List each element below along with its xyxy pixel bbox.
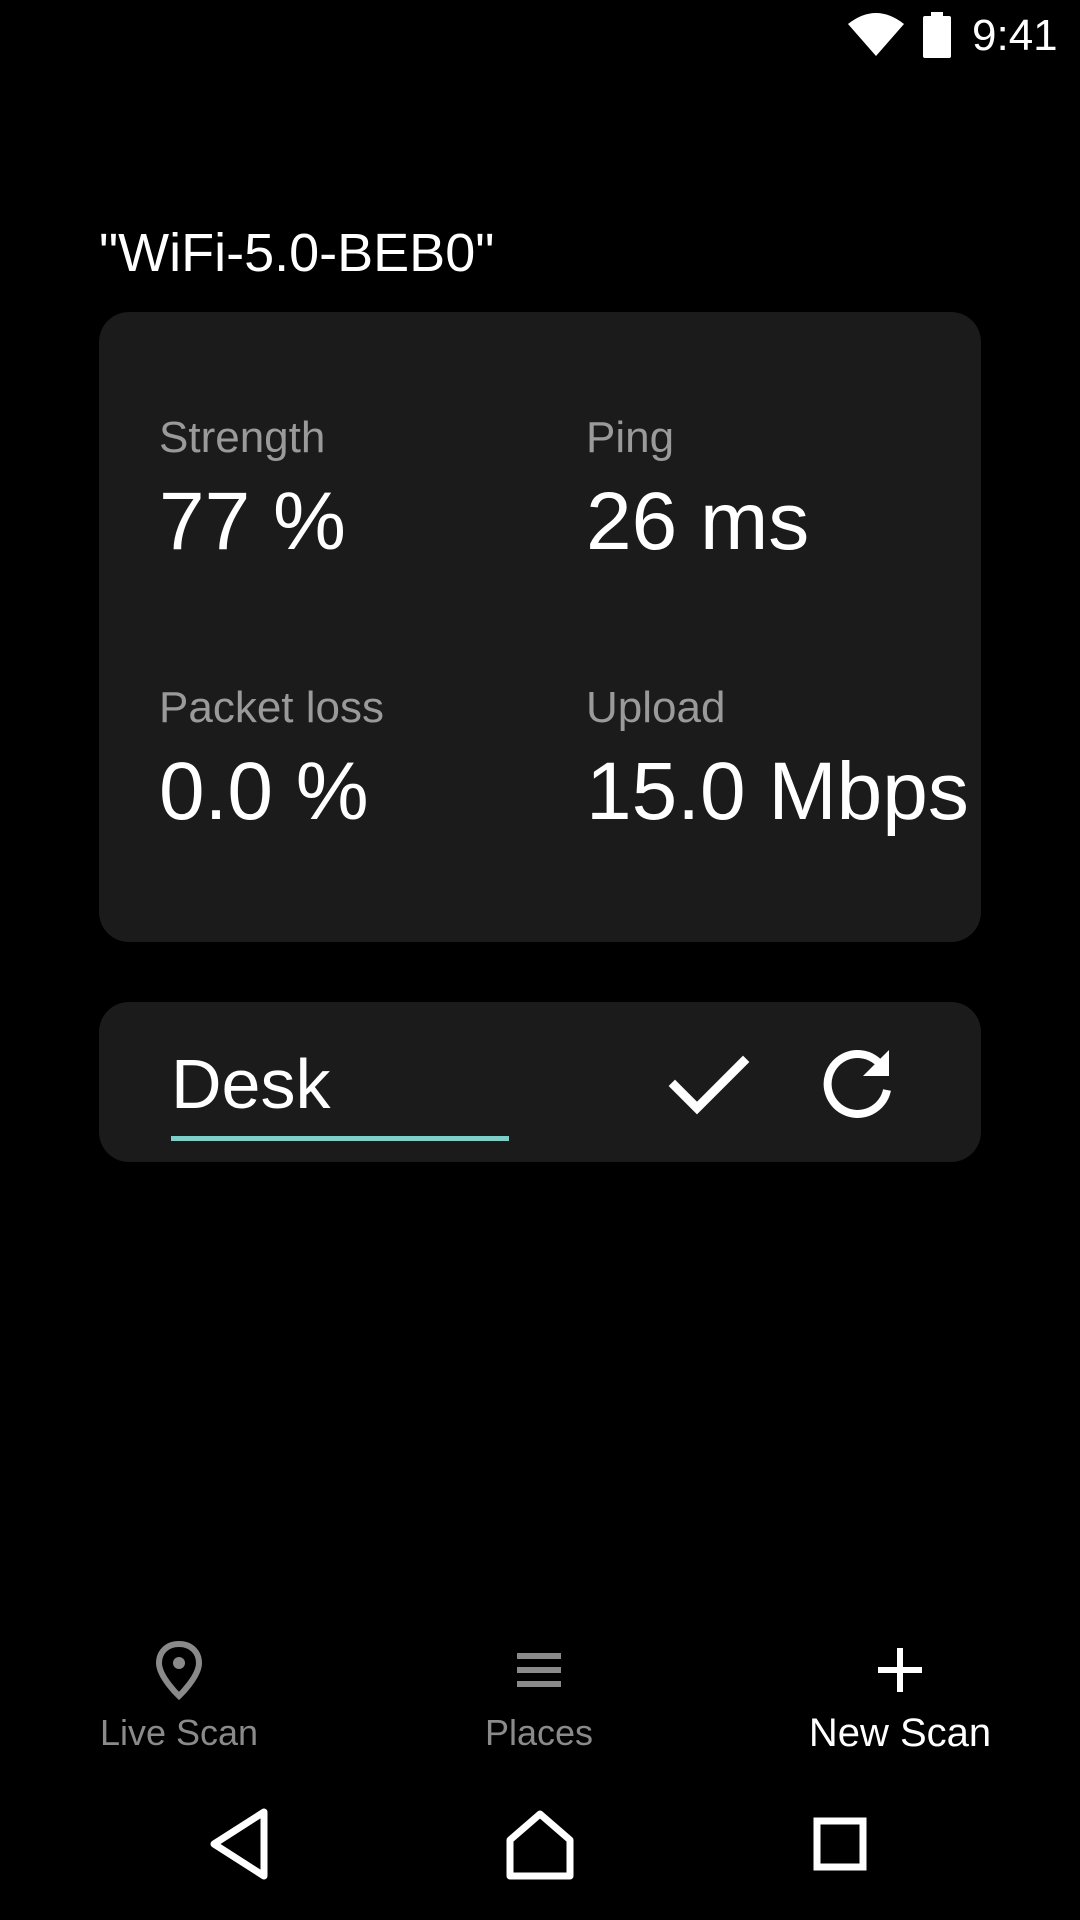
battery-icon <box>923 12 951 58</box>
stat-upload-value: 15.0 Mbps <box>586 746 969 837</box>
place-card <box>99 1002 981 1162</box>
place-name-input[interactable] <box>171 1042 509 1126</box>
nav-places[interactable]: Places <box>389 1620 689 1770</box>
stat-upload-label: Upload <box>586 683 726 732</box>
location-pin-icon <box>155 1640 203 1700</box>
system-nav-bar <box>0 1770 1080 1920</box>
stat-packet-loss-label: Packet loss <box>159 683 384 732</box>
bottom-nav: Live Scan Places New Scan <box>0 1620 1080 1770</box>
network-name: "WiFi-5.0-BEB0" <box>99 223 495 283</box>
stat-ping-value: 26 ms <box>586 476 810 567</box>
plus-icon <box>878 1648 922 1692</box>
list-icon <box>517 1653 561 1687</box>
wifi-icon <box>848 13 904 56</box>
stat-ping-label: Ping <box>586 413 675 462</box>
back-icon[interactable] <box>202 1804 282 1884</box>
recents-icon[interactable] <box>800 1804 880 1884</box>
stat-upload: Upload 15.0 Mbps <box>586 682 969 838</box>
stat-packet-loss: Packet loss 0.0 % <box>159 682 384 838</box>
place-input-underline <box>171 1136 509 1141</box>
nav-live-scan[interactable]: Live Scan <box>29 1620 329 1770</box>
nav-live-scan-label: Live Scan <box>99 1712 259 1753</box>
check-icon[interactable] <box>665 1040 751 1126</box>
stat-ping: Ping 26 ms <box>586 412 809 568</box>
home-icon[interactable] <box>500 1804 580 1884</box>
nav-new-scan[interactable]: New Scan <box>750 1620 1050 1770</box>
refresh-icon[interactable] <box>815 1040 901 1126</box>
status-time: 9:41 <box>972 11 1058 60</box>
stats-card: Strength 77 % Ping 26 ms Packet loss 0.0… <box>99 312 981 942</box>
place-input-wrap <box>171 1042 509 1142</box>
status-bar: 9:41 <box>0 0 1080 72</box>
stat-packet-loss-value: 0.0 % <box>159 746 369 837</box>
stat-strength-label: Strength <box>159 413 326 462</box>
nav-new-scan-label: New Scan <box>808 1711 992 1755</box>
stat-strength: Strength 77 % <box>159 412 346 568</box>
nav-places-label: Places <box>484 1712 594 1753</box>
stat-strength-value: 77 % <box>159 476 346 567</box>
